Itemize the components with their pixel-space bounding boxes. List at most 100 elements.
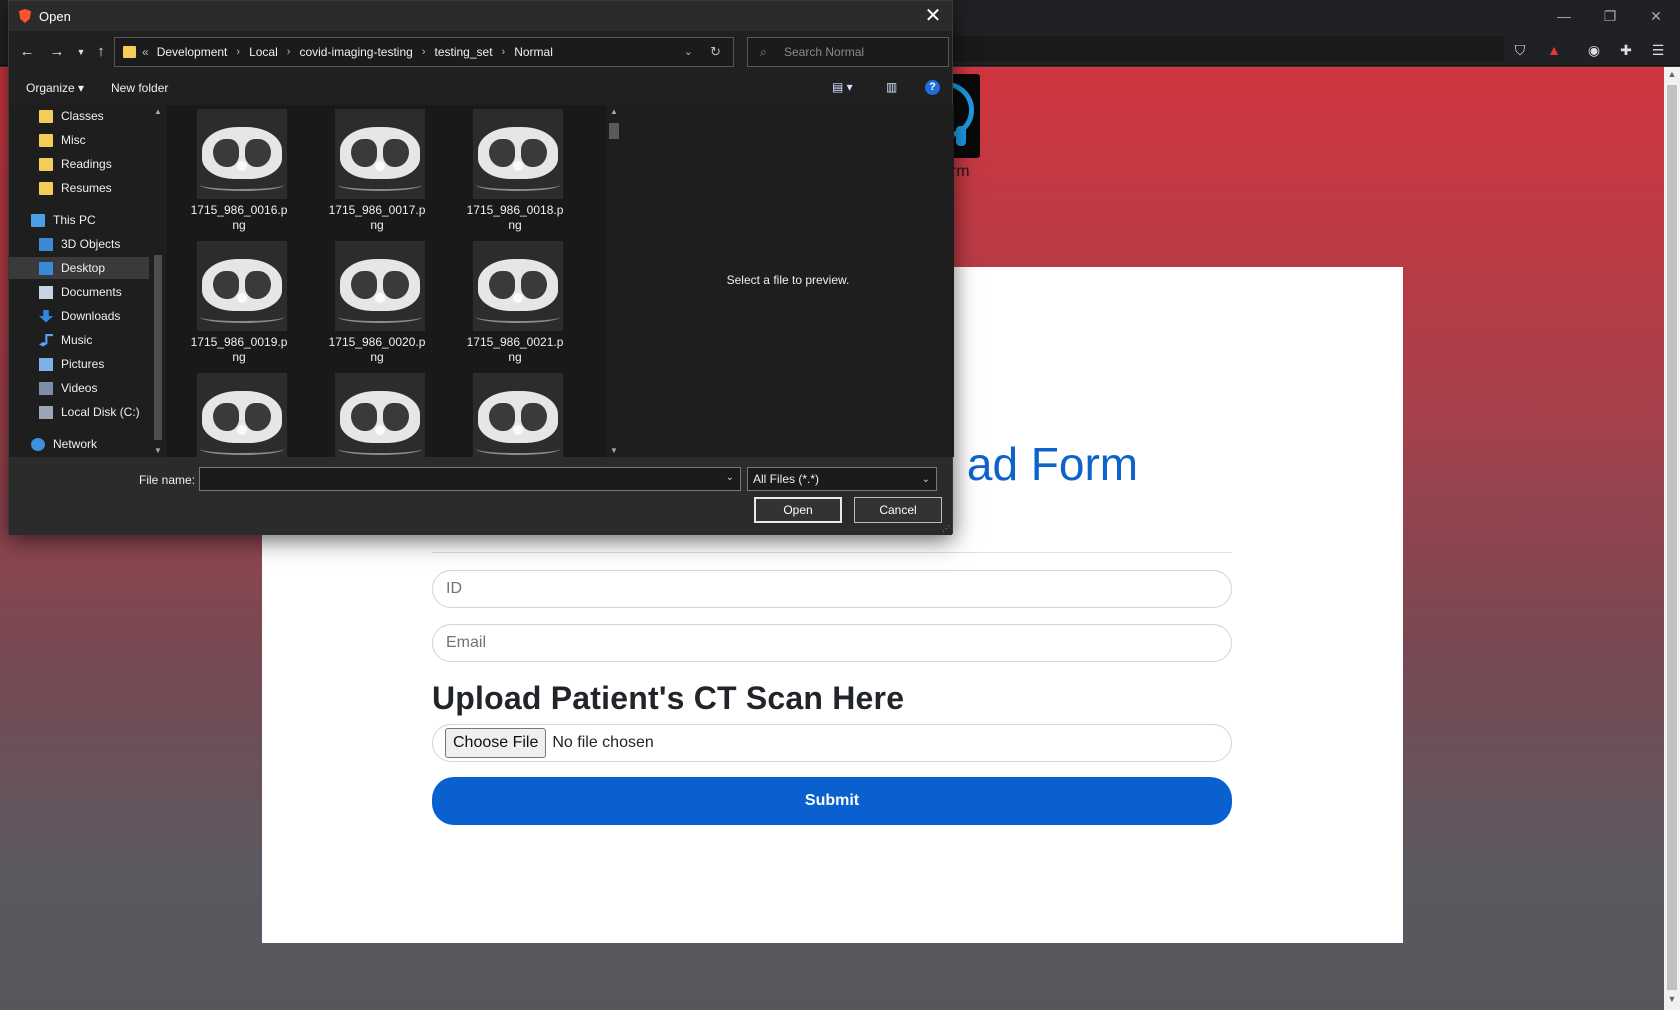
breadcrumb-chevron-icon[interactable]: ›: [236, 46, 240, 58]
folder-icon: [39, 181, 53, 195]
breadcrumb-development[interactable]: Development: [157, 45, 228, 59]
file-item[interactable]: 1715_986_0018.p ng: [452, 105, 578, 233]
dialog-close-button[interactable]: ✕: [920, 3, 946, 29]
brave-rewards-icon[interactable]: ▲: [1544, 40, 1564, 60]
scrollbar-thumb[interactable]: [1667, 85, 1677, 990]
minimize-button[interactable]: —: [1541, 4, 1587, 28]
preview-pane-icon[interactable]: ▥: [886, 80, 897, 96]
scroll-up-icon[interactable]: ▲: [152, 107, 164, 116]
chevron-down-icon[interactable]: ⌄: [922, 469, 930, 491]
scroll-down-icon[interactable]: ▼: [152, 446, 164, 455]
restore-button[interactable]: ❐: [1587, 4, 1633, 28]
nav-label: Desktop: [61, 261, 106, 275]
folder-icon: [39, 157, 53, 171]
scroll-up-icon[interactable]: ▲: [1664, 69, 1680, 83]
page-scrollbar[interactable]: ▲ ▼: [1664, 67, 1680, 1010]
nav-item-pictures[interactable]: Pictures: [9, 353, 149, 375]
organize-button[interactable]: Organize ▾: [26, 81, 84, 95]
scroll-down-icon[interactable]: ▼: [1664, 994, 1680, 1008]
file-item[interactable]: 1715_986_0017.p ng: [314, 105, 440, 233]
file-item[interactable]: 1715_986_0016.p ng: [176, 105, 302, 233]
id-input[interactable]: ID: [432, 570, 1232, 608]
resize-grip-icon[interactable]: ⋰: [942, 524, 950, 533]
breadcrumb-testing-set[interactable]: testing_set: [435, 45, 493, 59]
nav-scroll-thumb[interactable]: [154, 255, 162, 440]
nav-item-misc[interactable]: Misc: [9, 129, 149, 151]
view-options-icon[interactable]: ▤ ▾: [832, 80, 853, 96]
nav-item-network[interactable]: Network: [9, 433, 149, 455]
nav-item-documents[interactable]: Documents: [9, 281, 149, 303]
ct-scan-file-input[interactable]: Choose File No file chosen: [432, 724, 1232, 762]
file-type-select[interactable]: All Files (*.*) ⌄: [747, 467, 937, 491]
submit-button[interactable]: Submit: [432, 777, 1232, 825]
extension-icon[interactable]: ◉: [1584, 40, 1604, 60]
cancel-button[interactable]: Cancel: [854, 497, 942, 523]
breadcrumb-overflow[interactable]: «: [142, 45, 149, 59]
file-item[interactable]: 1715_986_0020.p ng: [314, 237, 440, 365]
up-arrow-icon[interactable]: ↑: [91, 42, 111, 62]
file-item[interactable]: [314, 369, 440, 457]
nav-item-downloads[interactable]: Downloads: [9, 305, 149, 327]
file-item[interactable]: [176, 369, 302, 457]
nav-label: Local Disk (C:): [61, 405, 140, 419]
cube-icon: [39, 237, 53, 251]
close-window-button[interactable]: ✕: [1633, 4, 1679, 28]
music-note-icon: [39, 333, 53, 347]
address-bar[interactable]: [890, 36, 1504, 62]
refresh-icon[interactable]: ↻: [710, 44, 721, 60]
file-name-label: 1715_986_0021.p ng: [466, 335, 564, 364]
file-name-label: 1715_986_0016.p ng: [190, 203, 288, 232]
search-icon: ⌕: [760, 44, 767, 59]
scroll-up-icon[interactable]: ▲: [606, 107, 622, 116]
drive-icon: [39, 405, 53, 419]
nav-pane-scrollbar[interactable]: ▲ ▼: [152, 105, 164, 457]
folder-icon: [39, 109, 53, 123]
breadcrumb-local[interactable]: Local: [249, 45, 278, 59]
nav-item-readings[interactable]: Readings: [9, 153, 149, 175]
nav-item-resumes[interactable]: Resumes: [9, 177, 149, 199]
nav-item-classes[interactable]: Classes: [9, 105, 149, 127]
breadcrumb-chevron-icon[interactable]: ›: [502, 46, 506, 58]
email-input[interactable]: Email: [432, 624, 1232, 662]
nav-item-3d-objects[interactable]: 3D Objects: [9, 233, 149, 255]
address-dropdown-chevron-icon[interactable]: ⌄: [684, 45, 693, 58]
preview-message: Select a file to preview.: [726, 273, 850, 287]
nav-item-local-disk[interactable]: Local Disk (C:): [9, 401, 149, 423]
file-item[interactable]: 1715_986_0021.p ng: [452, 237, 578, 365]
ct-thumbnail: [473, 373, 563, 457]
breadcrumb-covid-imaging-testing[interactable]: covid-imaging-testing: [299, 45, 412, 59]
choose-file-button[interactable]: Choose File: [445, 728, 547, 758]
file-list-scrollbar[interactable]: ▲ ▼: [606, 105, 622, 457]
breadcrumb-chevron-icon[interactable]: ›: [422, 46, 426, 58]
dialog-search-input[interactable]: ⌕ Search Normal: [747, 37, 949, 67]
forward-arrow-icon[interactable]: →: [47, 42, 67, 62]
breadcrumb-chevron-icon[interactable]: ›: [287, 46, 291, 58]
open-button[interactable]: Open: [754, 497, 842, 523]
file-item[interactable]: [452, 369, 578, 457]
ct-thumbnail: [197, 241, 287, 331]
brave-shield-icon[interactable]: ⛉: [1510, 40, 1530, 60]
chevron-down-icon[interactable]: ⌄: [726, 472, 734, 483]
new-folder-button[interactable]: New folder: [111, 81, 168, 95]
recent-locations-chevron-icon[interactable]: ▼: [71, 42, 91, 62]
scroll-down-icon[interactable]: ▼: [606, 446, 622, 455]
ct-thumbnail: [197, 373, 287, 457]
video-icon: [39, 381, 53, 395]
menu-icon[interactable]: ☰: [1648, 40, 1668, 60]
extensions-puzzle-icon[interactable]: ✚: [1616, 40, 1636, 60]
back-arrow-icon[interactable]: ←: [17, 42, 37, 62]
help-icon[interactable]: ?: [925, 80, 940, 95]
nav-item-videos[interactable]: Videos: [9, 377, 149, 399]
ct-thumbnail: [335, 241, 425, 331]
nav-item-music[interactable]: Music: [9, 329, 149, 351]
file-name-input[interactable]: ⌄: [199, 467, 741, 491]
nav-item-desktop[interactable]: Desktop: [9, 257, 149, 279]
email-placeholder: Email: [446, 634, 487, 651]
brave-lion-icon: [19, 9, 31, 23]
dialog-address-bar[interactable]: « Development › Local › covid-imaging-te…: [114, 37, 734, 67]
nav-item-this-pc[interactable]: This PC: [9, 209, 149, 231]
file-item[interactable]: 1715_986_0019.p ng: [176, 237, 302, 365]
file-scroll-thumb[interactable]: [609, 123, 619, 139]
picture-icon: [39, 357, 53, 371]
breadcrumb-normal[interactable]: Normal: [514, 45, 553, 59]
